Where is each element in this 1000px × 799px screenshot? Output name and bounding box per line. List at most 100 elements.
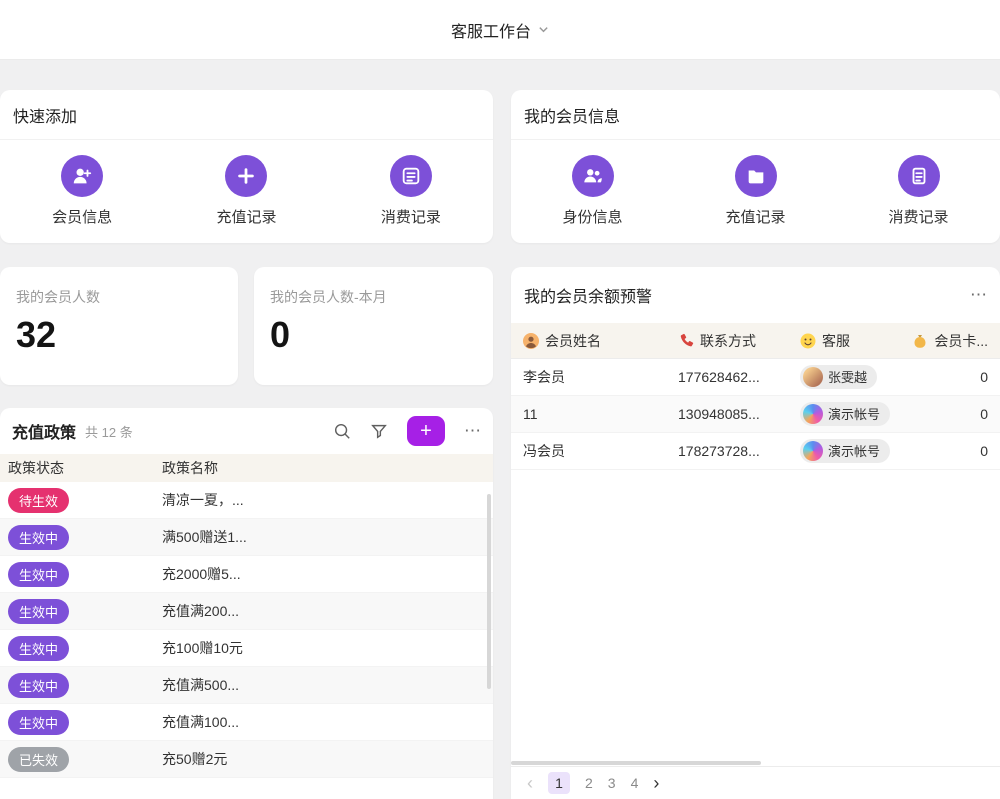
app-title: 客服工作台: [451, 18, 531, 42]
agent-chip: 演示帐号: [800, 402, 890, 426]
table-row[interactable]: 生效中 充值满200...: [0, 593, 493, 630]
person-icon: [523, 333, 539, 349]
search-icon[interactable]: [333, 422, 351, 440]
smiley-icon: [800, 333, 816, 349]
member-name: 11: [511, 406, 668, 422]
customer-service-workbench: 客服工作台 快速添加 会员信息 充值记录: [0, 0, 1000, 799]
policy-name: 充100赠10元: [162, 638, 493, 658]
next-page-button[interactable]: ›: [653, 773, 659, 794]
agent-chip: 张雯越: [800, 365, 877, 389]
quick-add-label: 消费记录: [381, 206, 441, 227]
balance-warning-card: 我的会员余额预警 ⋯ 会员姓名 联系方式 客服: [511, 267, 1000, 799]
member-panel-label: 身份信息: [562, 206, 622, 227]
member-recharge-record[interactable]: 充值记录: [674, 155, 837, 227]
people-icon: [572, 155, 614, 197]
policy-name: 充值满100...: [162, 712, 493, 732]
status-badge: 生效中: [8, 599, 69, 624]
document-icon: [898, 155, 940, 197]
table-row[interactable]: 已失效 充50赠2元: [0, 741, 493, 778]
prev-page-button[interactable]: ‹: [527, 773, 533, 794]
status-badge: 已失效: [8, 747, 69, 772]
phone-icon: [678, 333, 694, 349]
page-button-3[interactable]: 3: [608, 775, 616, 791]
member-name: 李会员: [511, 367, 668, 387]
member-consume-record[interactable]: 消费记录: [837, 155, 1000, 227]
policy-name: 充50赠2元: [162, 749, 493, 769]
member-contact: 178273728...: [668, 443, 792, 459]
status-badge: 生效中: [8, 673, 69, 698]
table-row[interactable]: 李会员 177628462... 张雯越 0: [511, 359, 1000, 396]
quick-add-consume-record[interactable]: 消费记录: [329, 155, 493, 227]
status-badge: 待生效: [8, 488, 69, 513]
stat-card-member-count-month[interactable]: 我的会员人数-本月 0: [254, 267, 493, 385]
column-header: 政策名称: [162, 458, 493, 478]
top-header: 客服工作台: [0, 0, 1000, 60]
recharge-policy-title: 充值政策: [12, 419, 76, 443]
policy-name: 充值满500...: [162, 675, 493, 695]
status-badge: 生效中: [8, 562, 69, 587]
stat-label: 我的会员人数-本月: [270, 287, 477, 307]
avatar: [803, 441, 823, 461]
add-record-button[interactable]: +: [407, 416, 445, 446]
policy-name: 充2000赠5...: [162, 564, 493, 584]
balance-table-header: 会员姓名 联系方式 客服 会员卡...: [511, 323, 1000, 359]
member-balance: 0: [892, 406, 1000, 422]
coin-icon: [912, 333, 928, 349]
quick-add-member-info[interactable]: 会员信息: [0, 155, 164, 227]
quick-add-title: 快速添加: [0, 90, 493, 140]
member-add-icon: [61, 155, 103, 197]
policy-name: 清凉一夏，...: [162, 490, 493, 510]
stat-card-member-count[interactable]: 我的会员人数 32: [0, 267, 238, 385]
filter-icon[interactable]: [370, 422, 388, 440]
member-balance: 0: [892, 369, 1000, 385]
chevron-down-icon: [538, 24, 549, 35]
column-header: 联系方式: [700, 331, 756, 351]
table-row[interactable]: 生效中 充2000赠5...: [0, 556, 493, 593]
page-button-1[interactable]: 1: [548, 772, 570, 794]
horizontal-scrollbar[interactable]: [511, 761, 761, 765]
member-info-title: 我的会员信息: [511, 90, 1000, 140]
policy-table-header: 政策状态 政策名称: [0, 454, 493, 482]
policy-name: 充值满200...: [162, 601, 493, 621]
agent-chip: 演示帐号: [800, 439, 890, 463]
member-panel-label: 消费记录: [888, 206, 948, 227]
quick-add-card: 快速添加 会员信息 充值记录 消费记录: [0, 90, 493, 243]
table-row[interactable]: 11 130948085... 演示帐号 0: [511, 396, 1000, 433]
member-balance: 0: [892, 443, 1000, 459]
more-options-icon[interactable]: ⋯: [970, 285, 987, 305]
app-title-dropdown[interactable]: 客服工作台: [451, 18, 549, 42]
table-row[interactable]: 冯会员 178273728... 演示帐号 0: [511, 433, 1000, 470]
policy-table-body: 待生效 清凉一夏，... 生效中 满500赠送1... 生效中 充2000赠5.…: [0, 482, 493, 778]
table-row[interactable]: 生效中 充值满500...: [0, 667, 493, 704]
pagination: ‹ 1 2 3 4 ›: [511, 766, 1000, 799]
balance-warning-title: 我的会员余额预警: [524, 283, 652, 307]
balance-table-body: 李会员 177628462... 张雯越 0 11 130948085... 演…: [511, 359, 1000, 470]
table-row[interactable]: 待生效 清凉一夏，...: [0, 482, 493, 519]
member-contact: 177628462...: [668, 369, 792, 385]
quick-add-label: 会员信息: [52, 206, 112, 227]
avatar: [803, 367, 823, 387]
column-header: 政策状态: [0, 458, 162, 478]
table-row[interactable]: 生效中 充100赠10元: [0, 630, 493, 667]
member-identity-info[interactable]: 身份信息: [511, 155, 674, 227]
avatar: [803, 404, 823, 424]
table-row[interactable]: 生效中 满500赠送1...: [0, 519, 493, 556]
member-name: 冯会员: [511, 441, 668, 461]
policy-name: 满500赠送1...: [162, 527, 493, 547]
status-badge: 生效中: [8, 525, 69, 550]
quick-add-recharge-record[interactable]: 充值记录: [164, 155, 328, 227]
status-badge: 生效中: [8, 636, 69, 661]
plus-icon: [225, 155, 267, 197]
column-header: 会员姓名: [545, 331, 601, 351]
folder-icon: [735, 155, 777, 197]
more-options-icon[interactable]: ⋯: [464, 421, 481, 441]
status-badge: 生效中: [8, 710, 69, 735]
table-row[interactable]: 生效中 充值满100...: [0, 704, 493, 741]
stat-value: 32: [16, 314, 222, 356]
stat-label: 我的会员人数: [16, 287, 222, 307]
column-header: 会员卡...: [934, 331, 988, 351]
vertical-scrollbar[interactable]: [487, 494, 491, 689]
page-button-2[interactable]: 2: [585, 775, 593, 791]
recharge-policy-card: 充值政策 共 12 条 + ⋯ 政策状态 政策名称 待生效 清凉一夏，...: [0, 408, 493, 799]
page-button-4[interactable]: 4: [631, 775, 639, 791]
